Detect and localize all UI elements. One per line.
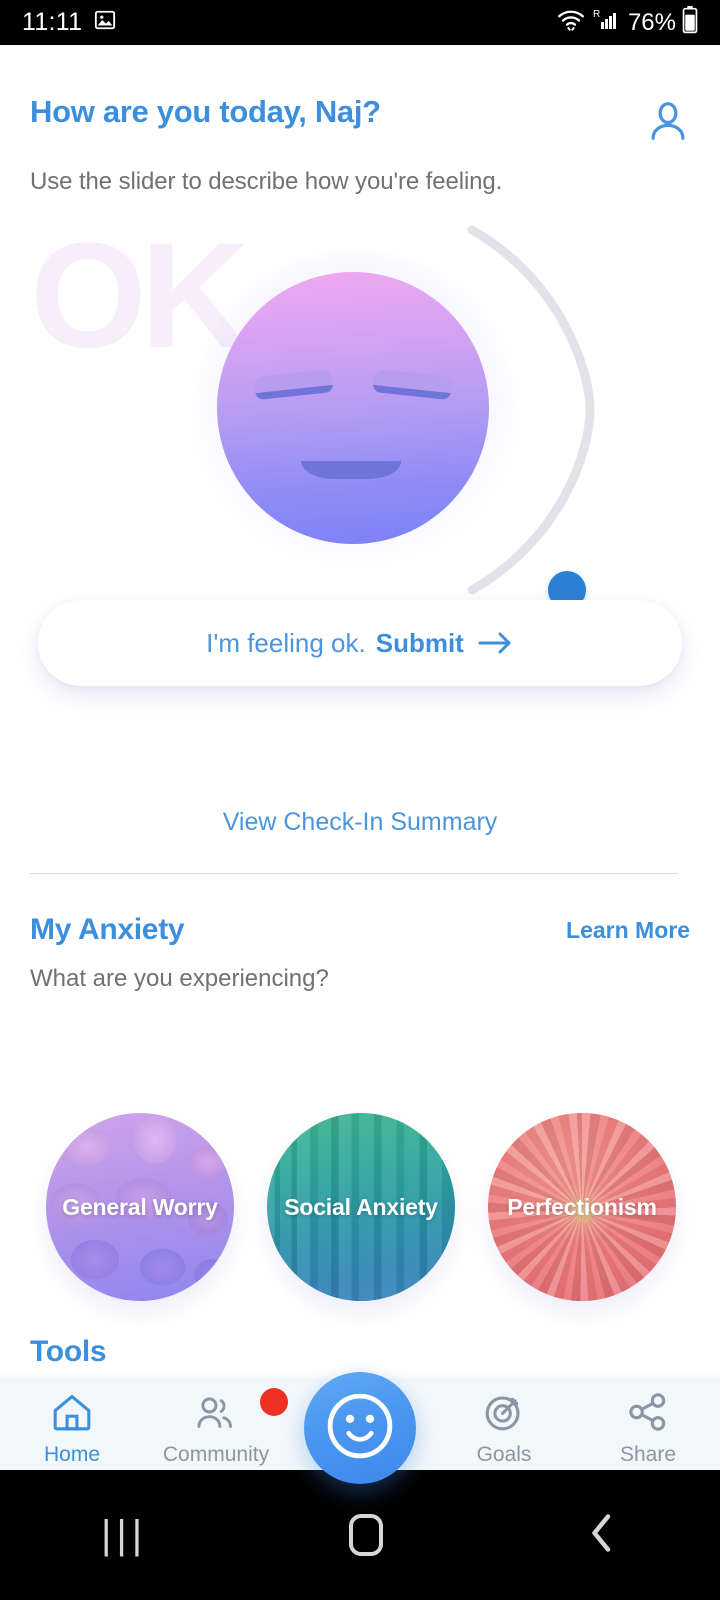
nav-home-icon[interactable] bbox=[349, 1514, 384, 1556]
anxiety-card-list: General Worry Social Anxiety Perfectioni… bbox=[0, 1045, 720, 1301]
view-checkin-summary-link[interactable]: View Check-In Summary bbox=[0, 808, 720, 837]
people-icon bbox=[195, 1392, 237, 1437]
status-time: 11:11 bbox=[22, 8, 83, 36]
anxiety-section-header: My Anxiety Learn More bbox=[30, 913, 690, 947]
submit-label: Submit bbox=[375, 627, 464, 658]
mood-arc-track bbox=[400, 210, 630, 610]
tab-goals[interactable]: Goals bbox=[432, 1378, 576, 1467]
mood-slider-area[interactable]: OK bbox=[0, 210, 720, 610]
target-icon bbox=[483, 1392, 525, 1437]
status-bar-left: 11:11 bbox=[22, 8, 116, 37]
tab-label: Home bbox=[43, 1443, 101, 1466]
svg-text:R: R bbox=[593, 9, 600, 20]
tab-share[interactable]: Share bbox=[576, 1378, 720, 1467]
app-content: How are you today, Naj? Use the slider t… bbox=[0, 45, 720, 1484]
nav-recents-icon[interactable]: ||| bbox=[101, 1513, 147, 1558]
anxiety-card-perfectionism[interactable]: Perfectionism bbox=[488, 1113, 676, 1301]
anxiety-card-label: Social Anxiety bbox=[284, 1193, 438, 1220]
arrow-right-icon bbox=[478, 631, 514, 655]
face-eye-left bbox=[254, 375, 334, 401]
anxiety-section-title: My Anxiety bbox=[30, 913, 185, 946]
tab-home[interactable]: Home bbox=[0, 1378, 144, 1467]
wifi-icon bbox=[556, 7, 586, 38]
anxiety-card-label: General Worry bbox=[62, 1193, 218, 1220]
image-icon bbox=[94, 9, 116, 36]
section-divider bbox=[30, 873, 678, 874]
anxiety-card-label: Perfectionism bbox=[507, 1193, 657, 1220]
anxiety-card-general-worry[interactable]: General Worry bbox=[46, 1113, 234, 1301]
share-icon bbox=[627, 1392, 669, 1437]
battery-percent: 76% bbox=[627, 8, 676, 36]
battery-icon bbox=[682, 6, 698, 39]
phone-screen: 11:11 R 76% How are you today, Naj? Use … bbox=[0, 0, 720, 1600]
header-row: How are you today, Naj? bbox=[30, 94, 690, 148]
page-header: How are you today, Naj? Use the slider t… bbox=[0, 94, 720, 196]
learn-more-link[interactable]: Learn More bbox=[566, 917, 690, 944]
submit-mood-button[interactable]: I'm feeling ok. Submit bbox=[38, 600, 682, 686]
anxiety-card-social-anxiety[interactable]: Social Anxiety bbox=[267, 1113, 455, 1301]
tab-label: Share bbox=[619, 1443, 677, 1466]
status-bar-right: R 76% bbox=[556, 6, 698, 39]
page-title: How are you today, Naj? bbox=[30, 94, 381, 129]
submit-lead-text: I'm feeling ok. bbox=[206, 627, 366, 658]
checkin-fab-button[interactable] bbox=[304, 1372, 416, 1484]
page-subtitle: Use the slider to describe how you're fe… bbox=[30, 168, 503, 195]
tools-section-title: Tools bbox=[30, 1335, 107, 1368]
smiley-face-icon bbox=[323, 1389, 397, 1468]
tab-community[interactable]: Community bbox=[144, 1378, 288, 1467]
profile-avatar-icon[interactable] bbox=[646, 99, 690, 148]
signal-roaming-icon: R bbox=[592, 7, 618, 38]
anxiety-question: What are you experiencing? bbox=[30, 965, 329, 992]
community-notification-badge bbox=[260, 1388, 288, 1416]
nav-back-icon[interactable] bbox=[585, 1512, 619, 1559]
android-nav-bar: ||| bbox=[0, 1470, 720, 1600]
tab-label: Goals bbox=[476, 1443, 532, 1466]
face-mouth bbox=[301, 461, 401, 479]
home-icon bbox=[51, 1392, 93, 1437]
tab-label: Community bbox=[162, 1443, 270, 1466]
android-status-bar: 11:11 R 76% bbox=[0, 0, 720, 45]
